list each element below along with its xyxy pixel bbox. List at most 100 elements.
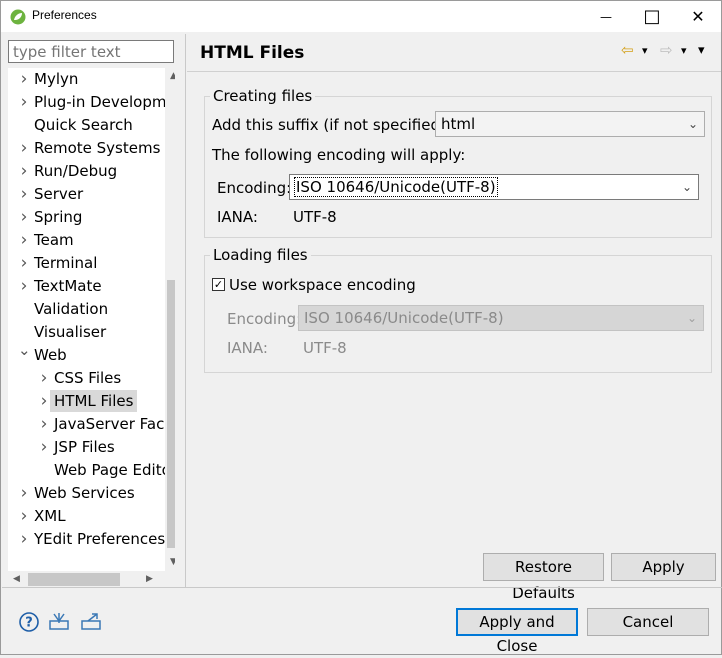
tree-item[interactable]: › HTML Files <box>8 390 168 413</box>
tree-item-label: Run/Debug <box>34 162 118 180</box>
filter-input[interactable] <box>8 40 174 63</box>
tree-item-label: JavaServer Face <box>54 415 174 433</box>
preference-tree: › Mylyn › Plug-in Developm Quick Search › Remo… <box>8 68 175 571</box>
loading-files-legend: Loading files <box>210 246 311 264</box>
chevron-right-icon[interactable]: › <box>18 482 30 504</box>
help-icon[interactable]: ? <box>18 611 40 633</box>
creating-files-legend: Creating files <box>210 87 316 105</box>
tree-item[interactable]: › XML <box>8 505 168 528</box>
tree-item[interactable]: › Team <box>8 229 168 252</box>
maximize-button[interactable]: □ <box>629 1 675 32</box>
tree-item-label: YEdit Preferences <box>34 530 166 548</box>
use-workspace-label[interactable]: Use workspace encoding <box>229 276 416 294</box>
tree-item[interactable]: ⌄ Web <box>8 341 168 367</box>
tree-item[interactable]: › Terminal <box>8 252 168 275</box>
loading-encoding-value: ISO 10646/Unicode(UTF-8) <box>304 309 504 327</box>
chevron-right-icon[interactable]: › <box>18 528 30 550</box>
title-separator <box>187 71 721 72</box>
tree-item[interactable]: › Server <box>8 183 168 206</box>
chevron-right-icon[interactable]: › <box>18 275 30 297</box>
chevron-right-icon[interactable]: › <box>38 436 50 458</box>
tree-horizontal-scrollbar[interactable]: ◀ ▶ <box>8 571 158 588</box>
forward-arrow-icon[interactable]: ⇨ <box>660 41 673 59</box>
creating-encoding-label: Encoding: <box>217 179 292 197</box>
tree-item[interactable]: › TextMate <box>8 275 168 298</box>
tree-item-label: CSS Files <box>54 369 122 387</box>
page-title: HTML Files <box>200 43 305 63</box>
chevron-right-icon[interactable]: › <box>18 229 30 251</box>
tree-item[interactable]: › YEdit Preferences <box>8 528 168 551</box>
tree-vertical-scrollbar[interactable]: ▲ ▼ <box>165 68 175 571</box>
creating-encoding-select[interactable]: ISO 10646/Unicode(UTF-8) ⌄ <box>289 174 699 200</box>
tree-item[interactable]: › Run/Debug <box>8 160 168 183</box>
back-arrow-icon[interactable]: ⇦ <box>621 41 634 59</box>
tree-item-label: Quick Search <box>34 116 133 134</box>
maximize-icon: □ <box>643 6 661 27</box>
panel-divider[interactable] <box>185 34 186 587</box>
chevron-right-icon[interactable]: › <box>38 367 50 389</box>
encoding-note: The following encoding will apply: <box>212 146 466 164</box>
suffix-value: html <box>441 115 476 133</box>
tree-item-label: Terminal <box>34 254 98 272</box>
tree-item[interactable]: Quick Search <box>8 114 168 137</box>
tree-item-label: Remote Systems <box>34 139 161 157</box>
tree-item[interactable]: › CSS Files <box>8 367 168 390</box>
chevron-right-icon[interactable]: › <box>38 390 50 412</box>
creating-iana-value: UTF-8 <box>293 208 337 226</box>
loading-iana-value: UTF-8 <box>303 339 347 357</box>
scroll-thumb-horizontal[interactable] <box>28 573 120 586</box>
chevron-right-icon[interactable]: › <box>18 137 30 159</box>
export-icon[interactable] <box>80 611 102 633</box>
spring-leaf-icon <box>10 9 26 25</box>
chevron-down-icon: ⌄ <box>687 117 698 131</box>
scroll-right-icon[interactable]: ▶ <box>141 571 158 588</box>
apply-and-close-button[interactable]: Apply and Close <box>456 608 578 655</box>
tree-item-label: Mylyn <box>34 70 79 88</box>
loading-encoding-label: Encoding: <box>227 310 302 328</box>
chevron-right-icon[interactable]: › <box>18 206 30 228</box>
tree-item-label: Web <box>34 346 67 364</box>
tree-item-label: JSP Files <box>54 438 115 456</box>
tree-item-label: Web Services <box>34 484 135 502</box>
chevron-right-icon[interactable]: › <box>18 160 30 182</box>
chevron-right-icon[interactable]: › <box>38 413 50 435</box>
back-menu-chevron-down-icon[interactable]: ▾ <box>642 44 648 57</box>
tree-item[interactable]: › Web Services <box>8 482 168 505</box>
tree-item[interactable]: Web Page Edito <box>8 459 171 482</box>
chevron-down-icon[interactable]: ⌄ <box>18 339 31 361</box>
tree-item[interactable]: › Remote Systems <box>8 137 168 160</box>
chevron-right-icon[interactable]: › <box>18 505 30 527</box>
tree-item[interactable]: › Mylyn <box>8 68 168 91</box>
scroll-left-icon[interactable]: ◀ <box>8 571 25 588</box>
tree-item[interactable]: › Spring <box>8 206 168 229</box>
minimize-button[interactable]: — <box>583 1 629 32</box>
import-icon[interactable] <box>48 611 70 633</box>
tree-item-label: Validation <box>34 300 109 318</box>
tree-item[interactable]: › JSP Files <box>8 436 168 459</box>
chevron-right-icon[interactable]: › <box>18 252 30 274</box>
chevron-right-icon[interactable]: › <box>18 91 30 113</box>
tree-item[interactable]: Visualiser <box>8 321 168 344</box>
suffix-label: Add this suffix (if not specified): <box>212 116 451 134</box>
view-menu-icon[interactable]: ▾ <box>698 43 705 58</box>
tree-item-label: Visualiser <box>34 323 107 341</box>
chevron-right-icon[interactable]: › <box>18 68 30 90</box>
cancel-button[interactable]: Cancel <box>587 608 709 636</box>
tree-item[interactable]: › Plug-in Developm <box>8 91 168 114</box>
scroll-down-icon[interactable]: ▼ <box>165 554 175 571</box>
apply-button[interactable]: Apply <box>611 553 716 581</box>
scroll-up-icon[interactable]: ▲ <box>165 68 175 85</box>
forward-menu-chevron-down-icon[interactable]: ▾ <box>681 44 687 57</box>
suffix-select[interactable]: html ⌄ <box>435 111 705 137</box>
use-workspace-checkbox[interactable]: ✓ <box>212 278 225 291</box>
tree-item[interactable]: Validation <box>8 298 168 321</box>
restore-defaults-button[interactable]: Restore Defaults <box>483 553 604 602</box>
scroll-thumb[interactable] <box>167 280 175 548</box>
creating-iana-label: IANA: <box>217 208 258 226</box>
tree-item-label: Spring <box>34 208 83 226</box>
loading-encoding-select: ISO 10646/Unicode(UTF-8) ⌄ <box>298 305 704 331</box>
close-icon: ✕ <box>691 7 705 26</box>
chevron-right-icon[interactable]: › <box>18 183 30 205</box>
tree-item[interactable]: › JavaServer Face <box>8 413 174 436</box>
close-button[interactable]: ✕ <box>675 1 721 32</box>
